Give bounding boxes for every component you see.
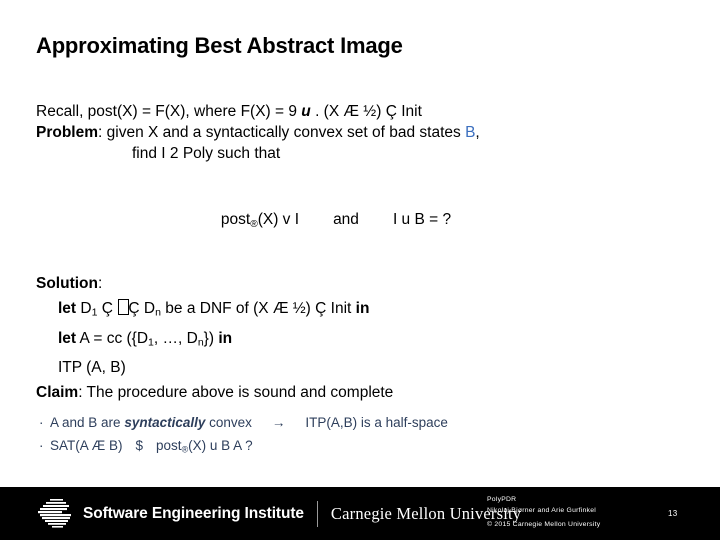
formula-right: I u B = ?	[392, 211, 452, 228]
let-keyword-2: let	[58, 329, 77, 347]
solution-line-itp: ITP (A, B)	[58, 359, 126, 377]
copyright-notice: © 2015 Carnegie Mellon University	[487, 521, 601, 528]
in-keyword-2: in	[218, 329, 233, 347]
solution-line-let-a: let A = cc ({D1, …, Dn}) in	[36, 326, 696, 356]
recall-prefix: Recall, post(X) = F(X), where F(X) = 9	[36, 103, 302, 120]
dnf-before: D	[76, 300, 92, 317]
bullet2-part1: SAT(A Æ B)	[50, 438, 123, 453]
registered-subscript-icon: ®	[250, 218, 258, 230]
bullet1-emphasis: syntactically	[124, 415, 206, 430]
problem-text: : given X and a syntactically convex set…	[98, 124, 466, 141]
formula-post-base: post	[220, 211, 251, 228]
recall-quantified-var: u	[301, 103, 311, 120]
solution-label: Solution	[36, 275, 98, 292]
implies-arrow-icon: →	[271, 415, 286, 430]
problem-line: Problem: given X and a syntactically con…	[36, 122, 686, 143]
problem-second-line: find I 2 Poly such that	[132, 145, 281, 162]
dnf-mid: Ç	[97, 300, 118, 317]
bullet1-part1: A and B are	[50, 415, 125, 430]
bad-states-symbol: B	[465, 124, 476, 141]
footer-divider	[316, 501, 318, 527]
cc-text-b: , …, D	[153, 329, 198, 347]
claim-line: Claim: The procedure above is sound and …	[36, 380, 696, 405]
problem-trailing: ,	[475, 124, 480, 141]
let-keyword-1: let	[58, 300, 77, 317]
centered-formula: post®(X) v I and I u B = ?	[36, 211, 636, 230]
sub-bullet-item-1: · A and B are syntactically convex → ITP(A,…	[36, 411, 696, 434]
in-keyword-1: in	[355, 300, 370, 317]
footer-bar: Software Engineering Institute Carnegie …	[0, 487, 720, 540]
credit-authors: Nikolaj Bjørner and Arie Gurfinkel	[487, 506, 596, 514]
bullet-dot-icon-2: ·	[39, 438, 44, 453]
page-number: 13	[668, 509, 678, 518]
footer-credits: PolyPDR Nikolaj Bjørner and Arie Gurfink…	[487, 495, 600, 531]
sei-logo-icon	[38, 499, 71, 528]
bullet2-post-base: post	[156, 438, 182, 453]
recall-line: Recall, post(X) = F(X), where F(X) = 9 u…	[36, 101, 686, 122]
recall-suffix: . (X Æ ½) Ç Init	[310, 103, 422, 120]
bullet-dot-icon-1: ·	[39, 415, 44, 430]
footer-logo-group: Software Engineering Institute Carnegie …	[36, 495, 521, 533]
sub-bullet-list: · A and B are syntactically convex → ITP(A,…	[36, 411, 696, 461]
bullet2-symbol: $	[135, 438, 144, 453]
sub-bullet-item-2: · SAT(A Æ B) $ post®(X) u B A ?	[36, 434, 696, 461]
dnf-tail: be a DNF of (X Æ ½) Ç Init	[160, 300, 356, 317]
solution-block: Solution: let D1 Ç Ç Dn be a DNF of (X Æ…	[36, 271, 696, 405]
bullet1-part3: ITP(A,B) is a half-space	[305, 415, 448, 430]
formula-left-rest: (X) v I	[257, 211, 300, 228]
formula-conjunction: and	[333, 211, 359, 228]
solution-colon: :	[98, 275, 103, 292]
credit-title: PolyPDR	[487, 496, 517, 503]
dnf-after: Ç D	[128, 300, 156, 317]
cc-text-c: })	[203, 329, 219, 347]
solution-line-let-dnf: let D1 Ç Ç Dn be a DNF of (X Æ ½) Ç Init…	[36, 296, 696, 326]
slide: Approximating Best Abstract Image Recall…	[0, 0, 720, 540]
claim-text: : The procedure above is sound and compl…	[78, 384, 394, 402]
bullet2-part2: (X) u B A ?	[188, 438, 253, 453]
solution-heading: Solution:	[36, 271, 696, 296]
claim-label: Claim	[36, 384, 79, 402]
bullet1-part2: convex	[205, 415, 252, 430]
sei-institute-name: Software Engineering Institute	[83, 505, 304, 522]
problem-label: Problem	[36, 124, 99, 141]
page-title: Approximating Best Abstract Image	[36, 33, 403, 58]
cc-text-a: A = cc ({D	[76, 329, 149, 347]
body-text-block: Recall, post(X) = F(X), where F(X) = 9 u…	[36, 101, 686, 164]
